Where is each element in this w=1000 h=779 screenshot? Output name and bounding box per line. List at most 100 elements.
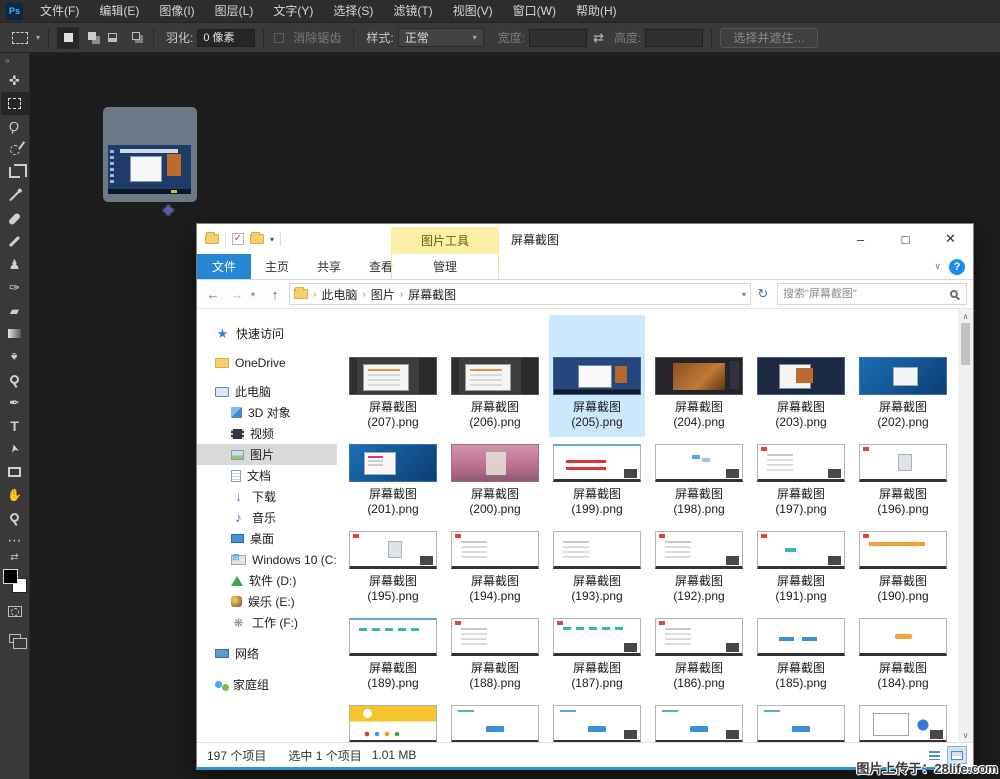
sidebar-item[interactable]: 下载 bbox=[197, 486, 337, 507]
file-item[interactable]: 屏幕截图 (207).png bbox=[342, 350, 444, 437]
file-thumbnail[interactable] bbox=[859, 531, 947, 569]
pen-tool-icon[interactable] bbox=[1, 391, 29, 414]
close-button[interactable]: ✕ bbox=[928, 224, 973, 254]
tool-preset-icon[interactable] bbox=[12, 32, 28, 44]
crop-tool-icon[interactable] bbox=[1, 161, 29, 184]
quick-selection-tool-icon[interactable] bbox=[1, 138, 29, 161]
file-thumbnail[interactable] bbox=[655, 444, 743, 482]
address-dropdown-caret-icon[interactable]: ▾ bbox=[742, 290, 746, 299]
qat-customize-caret-icon[interactable]: ▾ bbox=[270, 235, 274, 244]
history-brush-tool-icon[interactable] bbox=[1, 276, 29, 299]
file-item[interactable]: 屏幕截图 (206).png bbox=[444, 350, 546, 437]
subtract-from-selection-mode-button[interactable] bbox=[101, 27, 123, 49]
sidebar-item[interactable]: 文档 bbox=[197, 465, 337, 486]
blur-tool-icon[interactable] bbox=[1, 345, 29, 368]
minimize-button[interactable]: – bbox=[838, 224, 883, 254]
search-box[interactable] bbox=[777, 283, 967, 305]
sidebar-item[interactable]: OneDrive bbox=[197, 352, 337, 373]
file-thumbnail[interactable] bbox=[553, 531, 641, 569]
file-item[interactable] bbox=[750, 698, 852, 742]
back-button[interactable]: ← bbox=[203, 287, 223, 302]
file-thumbnail[interactable] bbox=[349, 705, 437, 742]
file-thumbnail[interactable] bbox=[349, 357, 437, 395]
file-item[interactable]: 屏幕截图 (205).png bbox=[546, 350, 648, 437]
address-bar[interactable]: › 此电脑 › 图片 › 屏幕截图 ▾ bbox=[289, 283, 751, 305]
breadcrumb-screenshots[interactable]: 屏幕截图 bbox=[408, 286, 456, 303]
file-thumbnail[interactable] bbox=[757, 357, 845, 395]
style-select[interactable]: 正常▾ bbox=[398, 28, 484, 47]
color-swatches[interactable] bbox=[2, 568, 28, 594]
sidebar-item[interactable]: 图片 bbox=[197, 444, 337, 465]
refresh-icon[interactable]: ↻ bbox=[755, 286, 771, 302]
expand-ribbon-caret-icon[interactable]: ∨ bbox=[934, 261, 941, 272]
photoshop-menu-item[interactable]: 窗口(W) bbox=[504, 0, 565, 22]
rectangle-tool-icon[interactable] bbox=[1, 460, 29, 483]
file-thumbnail[interactable] bbox=[757, 531, 845, 569]
file-thumbnail[interactable] bbox=[451, 705, 539, 742]
photoshop-menu-item[interactable]: 图层(L) bbox=[206, 0, 263, 22]
file-thumbnail[interactable] bbox=[655, 357, 743, 395]
file-item[interactable]: 屏幕截图 (197).png bbox=[750, 437, 852, 524]
file-item[interactable]: 屏幕截图 (186).png bbox=[648, 611, 750, 698]
quick-mask-mode-button[interactable] bbox=[1, 600, 29, 623]
move-tool-icon[interactable] bbox=[1, 69, 29, 92]
file-item[interactable]: 屏幕截图 (195).png bbox=[342, 524, 444, 611]
swap-width-height-icon[interactable]: ⇄ bbox=[593, 30, 604, 46]
file-thumbnail[interactable] bbox=[451, 444, 539, 482]
file-thumbnail[interactable] bbox=[757, 618, 845, 656]
sidebar-item[interactable]: 此电脑 bbox=[197, 381, 337, 402]
file-thumbnail[interactable] bbox=[553, 444, 641, 482]
scrollbar-thumb[interactable] bbox=[961, 323, 970, 365]
lasso-tool-icon[interactable] bbox=[1, 115, 29, 138]
zoom-tool-icon[interactable] bbox=[1, 506, 29, 529]
toolbar-collapse-icon[interactable]: » bbox=[0, 53, 10, 69]
file-thumbnail[interactable] bbox=[349, 444, 437, 482]
sidebar-item[interactable]: 音乐 bbox=[197, 507, 337, 528]
new-folder-icon[interactable] bbox=[250, 234, 264, 244]
file-thumbnail[interactable] bbox=[349, 531, 437, 569]
sidebar-item[interactable]: Windows 10 (C:) bbox=[197, 549, 337, 570]
file-item[interactable] bbox=[342, 698, 444, 742]
new-selection-mode-button[interactable] bbox=[57, 27, 79, 49]
photoshop-menu-item[interactable]: 选择(S) bbox=[324, 0, 382, 22]
recent-locations-caret-icon[interactable]: ▾ bbox=[251, 290, 261, 299]
sidebar-item[interactable]: 网络 bbox=[197, 643, 337, 664]
file-item[interactable]: 屏幕截图 (189).png bbox=[342, 611, 444, 698]
photoshop-menu-item[interactable]: 视图(V) bbox=[444, 0, 502, 22]
foreground-color-swatch[interactable] bbox=[3, 569, 18, 584]
spot-healing-brush-tool-icon[interactable] bbox=[1, 207, 29, 230]
photoshop-menu-item[interactable]: 帮助(H) bbox=[567, 0, 626, 22]
swap-colors-icon[interactable]: ⇄ bbox=[10, 552, 18, 566]
add-to-selection-mode-button[interactable] bbox=[79, 27, 101, 49]
file-thumbnail[interactable] bbox=[655, 531, 743, 569]
breadcrumb-this-pc[interactable]: 此电脑 bbox=[321, 286, 357, 303]
tab-file[interactable]: 文件 bbox=[197, 254, 251, 279]
file-item[interactable] bbox=[444, 698, 546, 742]
file-item[interactable] bbox=[852, 698, 954, 742]
photoshop-menu-item[interactable]: 文字(Y) bbox=[264, 0, 322, 22]
file-thumbnail[interactable] bbox=[655, 618, 743, 656]
file-thumbnail[interactable] bbox=[859, 357, 947, 395]
file-item[interactable] bbox=[546, 698, 648, 742]
file-thumbnail[interactable] bbox=[553, 618, 641, 656]
sidebar-item[interactable]: 3D 对象 bbox=[197, 402, 337, 423]
sidebar-item[interactable]: 娱乐 (E:) bbox=[197, 591, 337, 612]
eyedropper-tool-icon[interactable] bbox=[1, 184, 29, 207]
type-tool-icon[interactable] bbox=[1, 414, 29, 437]
path-selection-tool-icon[interactable] bbox=[1, 437, 29, 460]
gradient-tool-icon[interactable] bbox=[1, 322, 29, 345]
search-input[interactable] bbox=[783, 288, 950, 300]
tool-preset-caret-icon[interactable]: ▾ bbox=[36, 33, 40, 42]
file-item[interactable] bbox=[648, 698, 750, 742]
eraser-tool-icon[interactable] bbox=[1, 299, 29, 322]
scroll-up-icon[interactable]: ∧ bbox=[963, 309, 969, 323]
photoshop-menu-item[interactable]: 图像(I) bbox=[150, 0, 203, 22]
tab-manage[interactable]: 管理 bbox=[391, 254, 499, 279]
maximize-button[interactable]: □ bbox=[883, 224, 928, 254]
dodge-tool-icon[interactable] bbox=[1, 368, 29, 391]
search-icon[interactable] bbox=[950, 290, 958, 298]
clone-stamp-tool-icon[interactable] bbox=[1, 253, 29, 276]
properties-check-icon[interactable]: ✓ bbox=[232, 233, 244, 245]
intersect-selection-mode-button[interactable] bbox=[123, 27, 145, 49]
sidebar-item[interactable]: 视频 bbox=[197, 423, 337, 444]
